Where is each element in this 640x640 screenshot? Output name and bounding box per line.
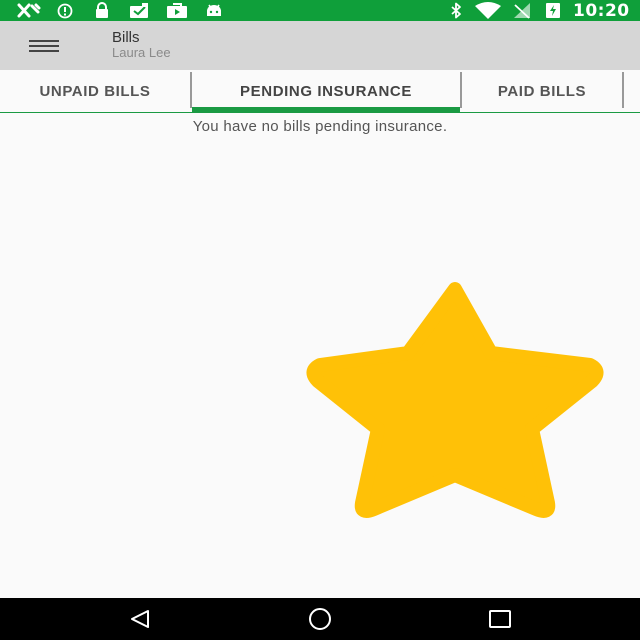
navigation-bar (0, 598, 640, 640)
tab-bar: UNPAID BILLS PENDING INSURANCE PAID BILL… (0, 70, 640, 113)
alert-circle-icon (56, 2, 74, 19)
no-signal-icon (511, 2, 533, 19)
home-icon (309, 608, 331, 630)
tab-paid-bills[interactable]: PAID BILLS (462, 70, 622, 112)
active-tab-indicator (192, 107, 460, 112)
hamburger-menu-icon (29, 40, 59, 52)
lock-icon (93, 2, 111, 19)
bluetooth-icon (448, 2, 464, 19)
status-time: 10:20 (573, 1, 630, 21)
menu-button[interactable] (22, 31, 66, 61)
star-icon (306, 282, 604, 518)
play-store-icon (165, 2, 189, 19)
home-button[interactable] (300, 604, 340, 634)
radar-icon (16, 2, 42, 19)
recents-icon (489, 610, 511, 628)
recents-button[interactable] (480, 604, 520, 634)
tab-pending-insurance[interactable]: PENDING INSURANCE (192, 70, 460, 112)
wifi-icon (474, 2, 502, 19)
android-icon (204, 2, 224, 19)
tab-divider (622, 72, 624, 108)
back-icon (131, 610, 149, 628)
empty-state-message: You have no bills pending insurance. (192, 118, 448, 135)
status-bar: 10:20 (0, 0, 640, 21)
battery-charging-icon (543, 2, 563, 19)
page-subtitle: Laura Lee (112, 45, 171, 60)
inbox-icon (128, 2, 152, 19)
back-button[interactable] (120, 604, 160, 634)
tab-unpaid-bills[interactable]: UNPAID BILLS (0, 70, 190, 112)
page-title: Bills (112, 29, 140, 46)
app-bar: Bills Laura Lee (0, 21, 640, 70)
